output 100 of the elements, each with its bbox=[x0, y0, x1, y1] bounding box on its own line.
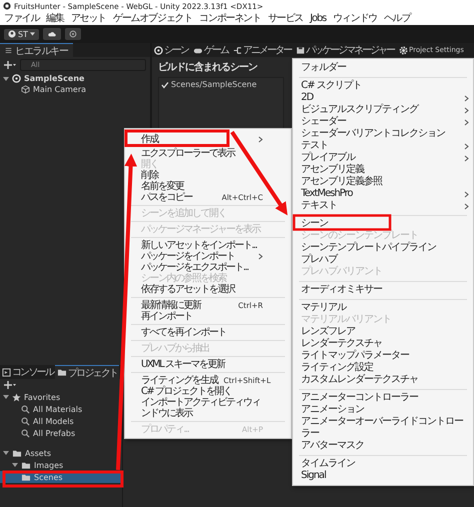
expand-arrow-icon[interactable] bbox=[3, 450, 9, 456]
menu-item[interactable]: テスト bbox=[293, 140, 473, 152]
menu-item[interactable]: アセンブリ定義 bbox=[293, 164, 473, 176]
unity-icon bbox=[154, 46, 163, 54]
checkbox[interactable] bbox=[161, 80, 169, 88]
section-heading: ビルドに含まれるシーン bbox=[158, 60, 257, 74]
item-label: All Materials bbox=[33, 404, 82, 414]
menu-item[interactable]: インポートアクティビティウィンドウに表示 bbox=[125, 397, 291, 419]
item-label: Images bbox=[34, 460, 64, 470]
menu-item[interactable]: すべてを再インポート bbox=[125, 327, 291, 338]
cloud-button[interactable] bbox=[42, 28, 61, 40]
menu-item[interactable]: レンダーテクスチャ bbox=[293, 338, 473, 350]
list-icon bbox=[5, 47, 12, 54]
menu-bar-item[interactable]: コンポーネント bbox=[199, 12, 261, 24]
panel-tab[interactable]: プロジェクト bbox=[55, 365, 120, 379]
menu-item[interactable]: 作成 bbox=[125, 134, 291, 145]
menu-item[interactable]: カスタムレンダーテクスチャ bbox=[293, 374, 473, 386]
account-button[interactable]: ST bbox=[4, 28, 39, 40]
tree-item[interactable]: Favorites bbox=[0, 391, 122, 403]
menu-item[interactable]: 新しいアセットをインポート... bbox=[125, 240, 291, 251]
panel-tab[interactable]: パッケージマネージャー bbox=[294, 43, 396, 57]
console-icon bbox=[2, 368, 11, 376]
menu-item[interactable]: シーン bbox=[293, 218, 473, 230]
menu-item[interactable]: アバターマスク bbox=[293, 440, 473, 452]
panel-tab[interactable]: アニメーター bbox=[231, 43, 293, 57]
menu-item[interactable]: アニメーターオーバーライドコントローラー bbox=[293, 416, 473, 440]
menu-item[interactable]: フォルダー bbox=[293, 62, 473, 74]
item-label: Main Camera bbox=[33, 85, 86, 94]
menu-item[interactable]: ライティング設定 bbox=[293, 362, 473, 374]
branch-icon bbox=[233, 46, 242, 54]
search-icon bbox=[21, 416, 30, 426]
tree-item[interactable]: Assets bbox=[0, 447, 122, 459]
menu-bar-item[interactable]: ゲームオブジェクト bbox=[113, 12, 192, 24]
menu-item[interactable]: タイムライン bbox=[293, 458, 473, 470]
gamepad-icon bbox=[193, 46, 203, 54]
menu-item[interactable]: シェーダーバリアントコレクション bbox=[293, 128, 473, 140]
menu-item[interactable]: マテリアル bbox=[293, 302, 473, 314]
menu-item[interactable]: アニメーション bbox=[293, 404, 473, 416]
menu-item[interactable]: C# プロジェクトを開く bbox=[125, 386, 291, 397]
menu-bar-item[interactable]: ヘルプ bbox=[384, 12, 410, 24]
menu-bar-item[interactable]: ファイル bbox=[4, 12, 40, 24]
item-label: Scenes bbox=[34, 472, 63, 482]
menu-item[interactable]: 依存するアセットを選択 bbox=[125, 284, 291, 295]
menu-item[interactable]: C# スクリプト bbox=[293, 80, 473, 92]
menu-item[interactable]: パッケージをインポート bbox=[125, 251, 291, 262]
menu-item[interactable]: アセンブリ定義参照 bbox=[293, 176, 473, 188]
expand-arrow-icon[interactable] bbox=[3, 76, 9, 82]
tree-item[interactable]: Main Camera bbox=[0, 84, 150, 95]
tree-item[interactable]: Images bbox=[0, 459, 122, 471]
menu-item[interactable]: UXML スキーマを更新 bbox=[125, 359, 291, 370]
menu-item[interactable]: ライトマップパラメーター bbox=[293, 350, 473, 362]
scene-path: Scenes/SampleScene bbox=[171, 80, 257, 89]
tree-item[interactable]: SampleScene bbox=[0, 73, 150, 84]
settings-icon bbox=[399, 46, 408, 54]
menu-item[interactable]: パッケージをエクスポート... bbox=[125, 262, 291, 273]
panel-tab[interactable]: ゲーム bbox=[191, 43, 230, 57]
menu-bar-item[interactable]: アセット bbox=[70, 12, 106, 24]
expand-arrow-icon[interactable] bbox=[12, 462, 18, 468]
tree-item[interactable]: All Prefabs bbox=[0, 427, 122, 439]
unity-icon bbox=[12, 74, 21, 83]
add-button[interactable] bbox=[4, 61, 16, 69]
tree-item[interactable]: All Materials bbox=[0, 403, 122, 415]
menu-bar-item[interactable]: 編集 bbox=[46, 12, 64, 24]
panel-tab[interactable]: コンソール bbox=[0, 365, 56, 379]
item-label: Favorites bbox=[24, 392, 60, 402]
caret-icon bbox=[30, 32, 35, 36]
menu-item[interactable]: シーンテンプレートパイプライン bbox=[293, 242, 473, 254]
menu-item[interactable]: ビジュアルスクリプティング bbox=[293, 104, 473, 116]
menu-item[interactable]: 2D bbox=[293, 92, 473, 104]
menu-item[interactable]: エクスプローラーで表示 bbox=[125, 148, 291, 159]
add-button[interactable] bbox=[4, 381, 16, 389]
circle-icon bbox=[68, 30, 77, 38]
tree-item[interactable]: All Models bbox=[0, 415, 122, 427]
menu-item[interactable]: オーディオミキサー bbox=[293, 284, 473, 296]
cloud-icon bbox=[46, 30, 57, 38]
hierarchy-tab[interactable]: ヒエラルキー bbox=[0, 43, 73, 57]
search-icon bbox=[21, 404, 30, 414]
menu-item[interactable]: TextMeshPro bbox=[293, 188, 473, 200]
history-button[interactable] bbox=[64, 28, 81, 40]
menu-bar-item[interactable]: ウィンドウ bbox=[332, 12, 377, 24]
menu-item[interactable]: 再インポート bbox=[125, 311, 291, 322]
star-icon bbox=[12, 392, 21, 402]
menu-item[interactable]: プレイアブル bbox=[293, 152, 473, 164]
cube-icon bbox=[21, 85, 30, 94]
menu-item[interactable]: アニメーターコントローラー bbox=[293, 392, 473, 404]
search-icon bbox=[21, 428, 30, 438]
menu-bar-item[interactable]: サービス bbox=[268, 12, 304, 24]
menu-item[interactable]: プレハブ bbox=[293, 254, 473, 266]
expand-arrow-icon[interactable] bbox=[3, 394, 9, 400]
user-icon bbox=[8, 30, 16, 38]
menu-item[interactable]: レンズフレア bbox=[293, 326, 473, 338]
menu-item[interactable]: 削除 bbox=[125, 170, 291, 181]
menu-bar-item[interactable]: Jobs bbox=[310, 12, 326, 24]
menu-item[interactable]: 名前を変更 bbox=[125, 181, 291, 192]
menu-item[interactable]: Signal bbox=[293, 470, 473, 482]
menu-item[interactable]: シェーダー bbox=[293, 116, 473, 128]
panel-tab[interactable]: シーン bbox=[152, 43, 190, 57]
menu-item[interactable]: テキスト bbox=[293, 200, 473, 212]
folder-icon bbox=[57, 368, 68, 377]
item-label: All Prefabs bbox=[33, 428, 76, 438]
